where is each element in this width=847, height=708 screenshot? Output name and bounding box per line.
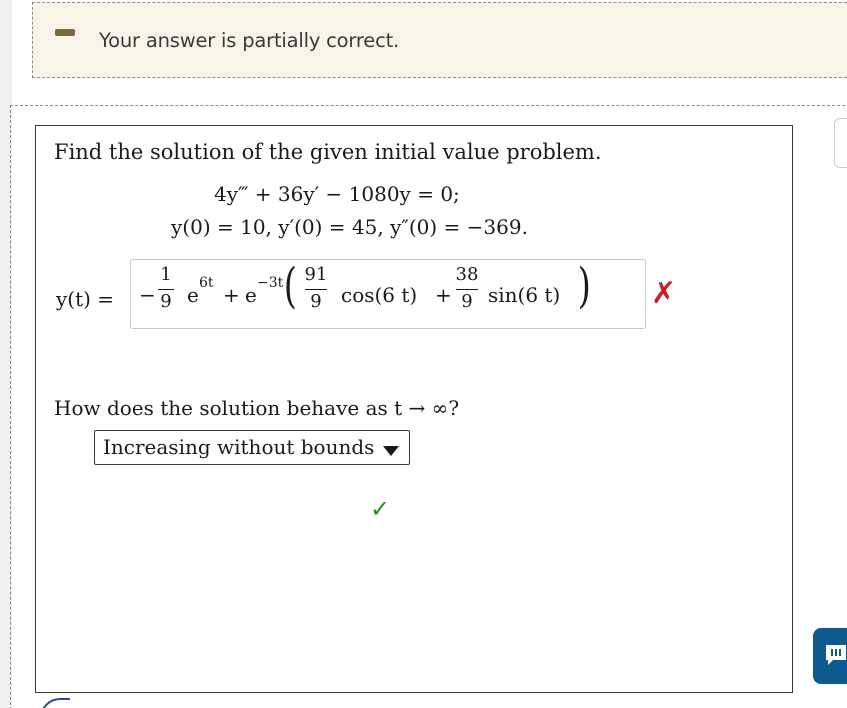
answer-input[interactable]: − 1 9 e 6t + e −3t ( 91 9 cos(6 t) + 38 … <box>130 258 646 329</box>
side-panel-input[interactable] <box>834 118 847 168</box>
fraction-denominator: 9 <box>310 291 322 312</box>
fraction-numerator: 1 <box>160 264 172 285</box>
fraction-numerator: 91 <box>304 264 328 285</box>
correct-check-icon: ✓ <box>370 495 391 523</box>
initial-conditions: y(0) = 10, y′(0) = 45, y″(0) = −369. <box>171 215 528 239</box>
question-prompt: Find the solution of the given initial v… <box>54 140 602 164</box>
chat-icon <box>826 645 846 665</box>
exp-base: e <box>245 283 257 307</box>
partial-correct-icon <box>55 29 75 36</box>
fraction-denominator: 9 <box>461 291 473 312</box>
behavior-dropdown[interactable]: Increasing without bounds <box>94 430 410 465</box>
question-panel: Find the solution of the given initial v… <box>35 125 793 693</box>
incorrect-x-icon: ✗ <box>651 276 677 311</box>
dropdown-selected-value: Increasing without bounds <box>103 435 375 459</box>
plus-sign: + <box>223 283 240 307</box>
behavior-question: How does the solution behave as t → ∞? <box>54 396 460 420</box>
sin-term: sin(6 t) <box>488 283 561 307</box>
fraction-denominator: 9 <box>160 291 172 312</box>
answer-label: y(t) = <box>56 287 115 311</box>
feedback-banner: Your answer is partially correct. <box>32 2 847 78</box>
fraction-bar <box>305 289 327 290</box>
differential-equation: 4y‴ + 36y′ − 1080y = 0; <box>214 182 460 206</box>
fraction-bar <box>158 289 174 290</box>
feedback-message: Your answer is partially correct. <box>99 29 400 52</box>
exp-base: e <box>187 283 199 307</box>
cos-term: cos(6 t) <box>341 283 418 307</box>
fraction-bar <box>456 289 478 290</box>
open-paren: ( <box>283 258 297 314</box>
exp-power: 6t <box>199 275 214 291</box>
fraction-numerator: 38 <box>455 264 479 285</box>
plus-sign: + <box>435 283 452 307</box>
close-paren: ) <box>577 258 591 314</box>
caret-down-icon <box>383 446 399 456</box>
exp-power: −3t <box>257 275 284 291</box>
chat-button[interactable] <box>813 628 847 684</box>
